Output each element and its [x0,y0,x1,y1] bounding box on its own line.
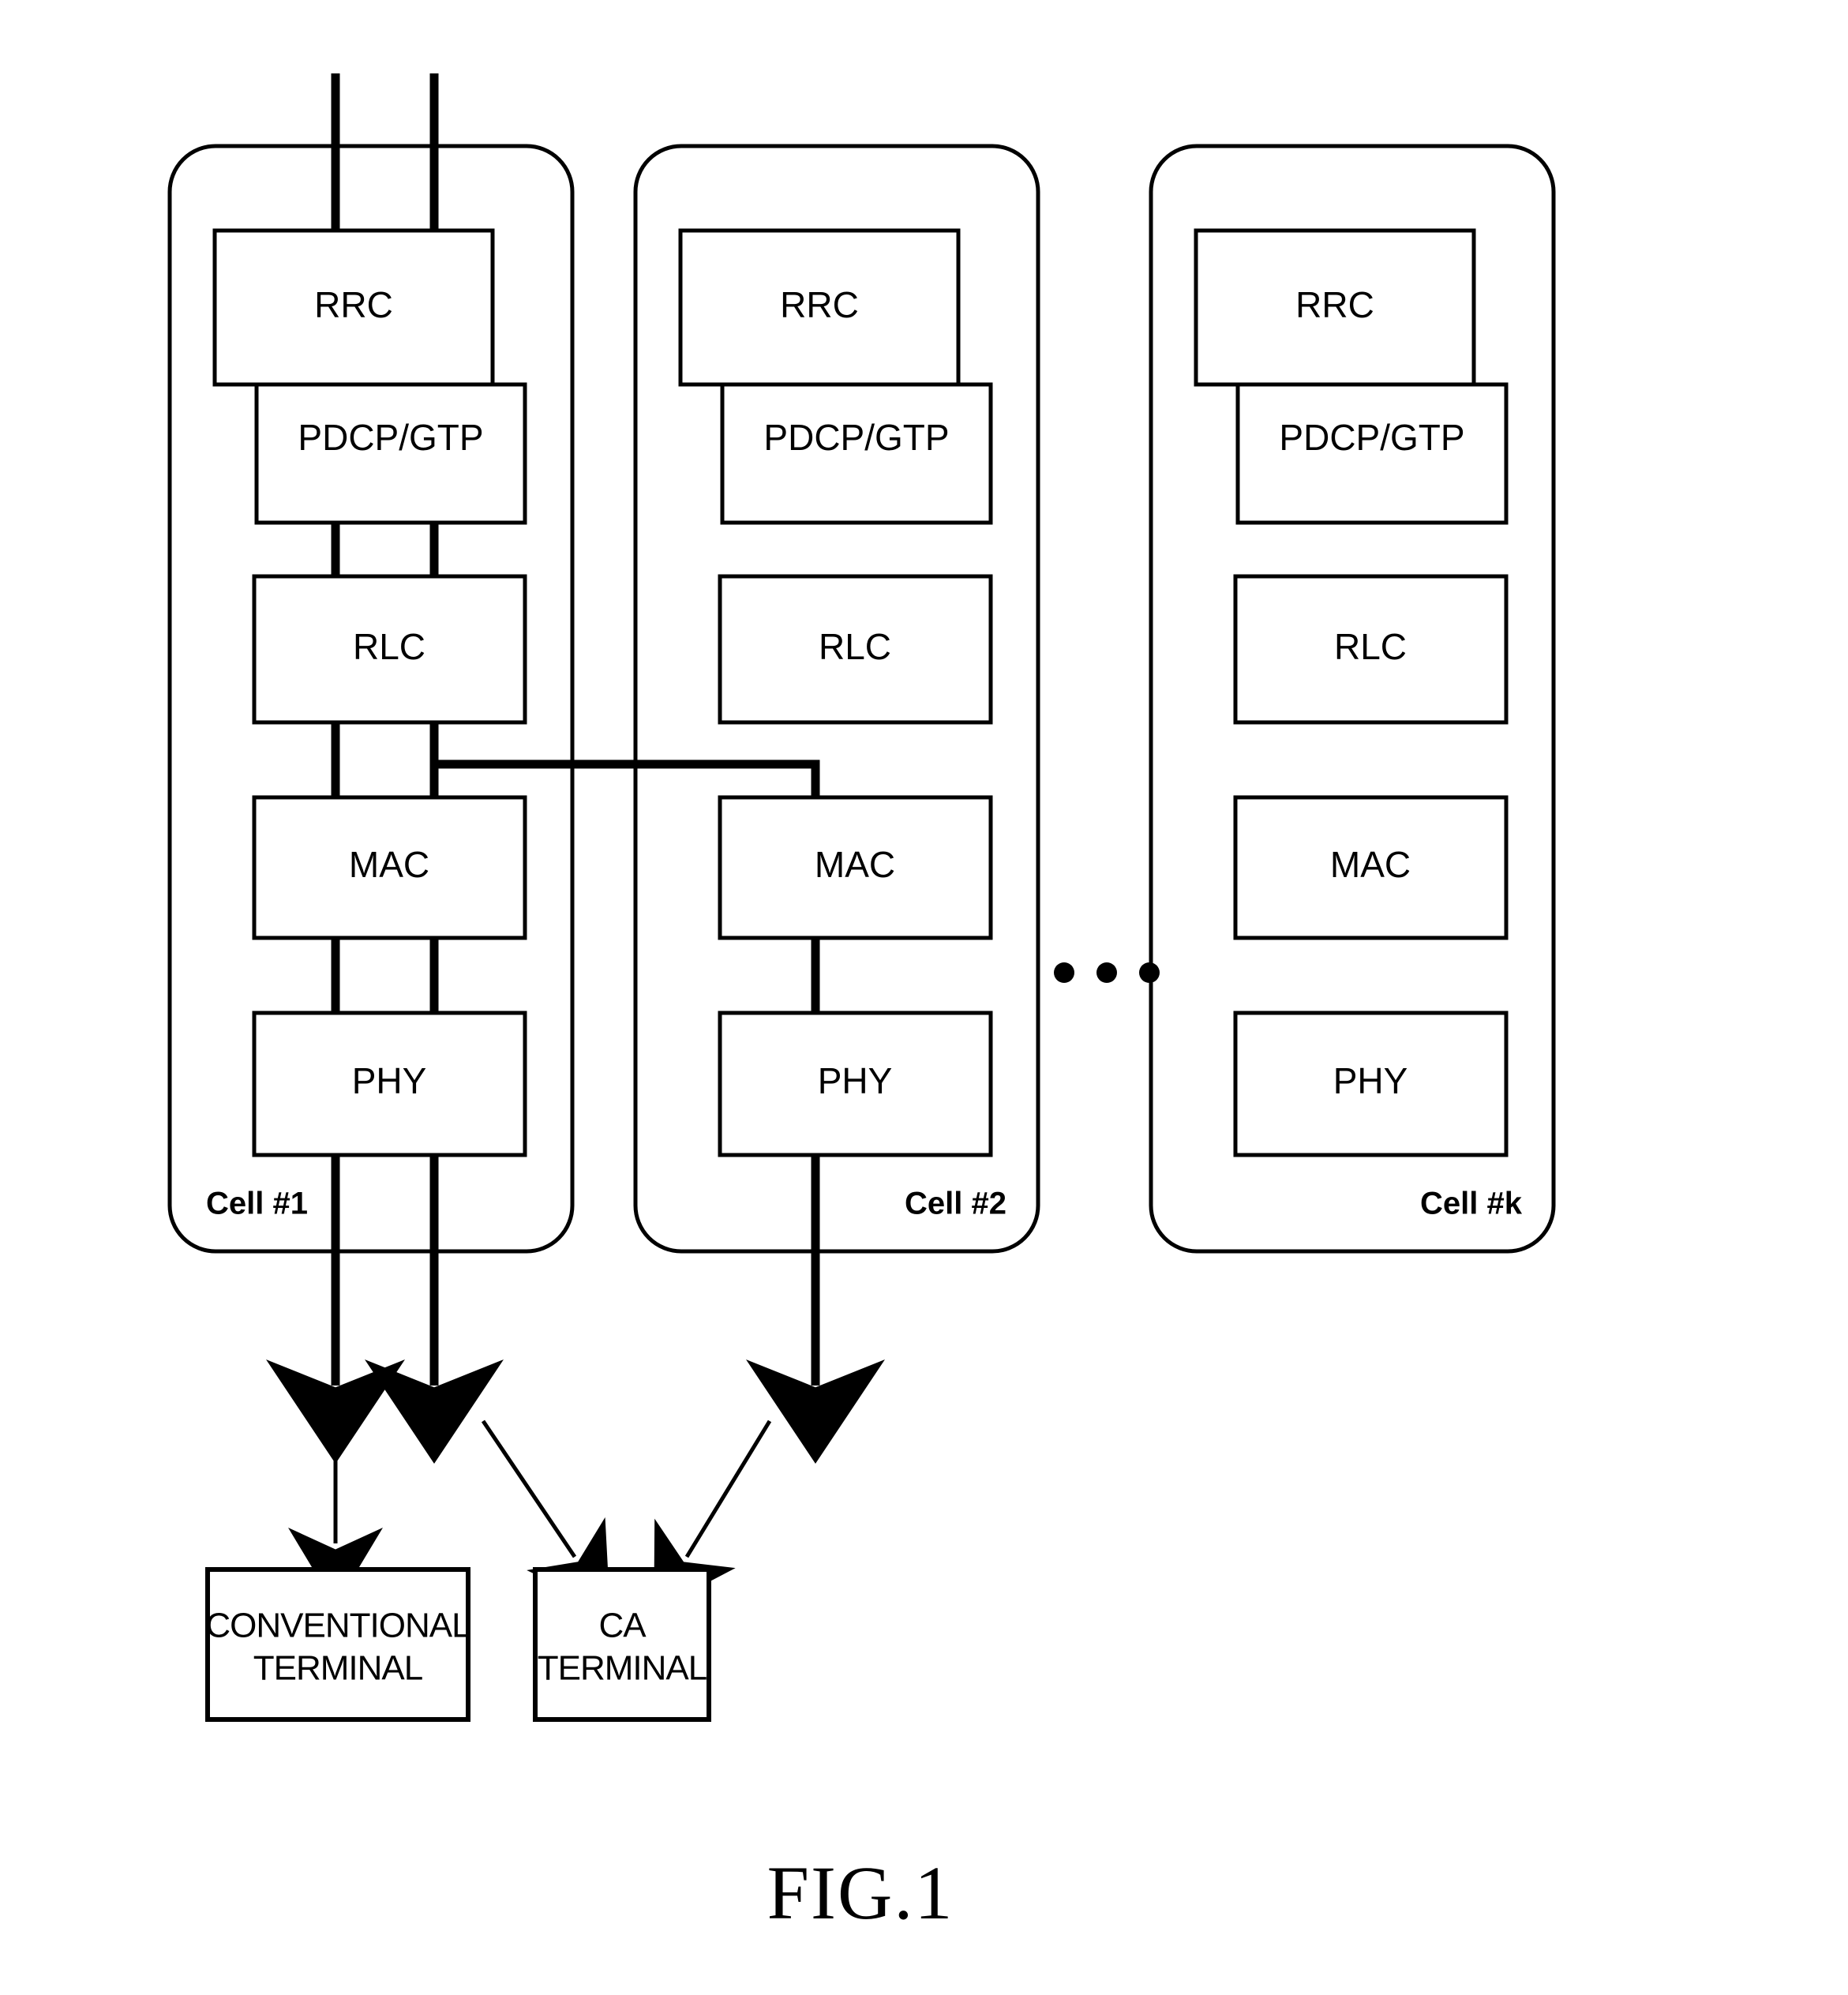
layer-label-rlc-k: RLC [1334,626,1407,667]
layer-label-phy-2: PHY [818,1060,893,1101]
cell-group-k: RRC PDCP/GTP RRC RLC MAC PHY Cell #k [1149,144,1556,1254]
ca-terminal-label-line1: CA [598,1607,647,1645]
link-rlc1-to-mac2-crossover [434,759,820,797]
terminal-arrow-group [288,1419,772,1611]
ellipsis-dot-1 [1054,962,1074,983]
figure-caption: FIG.1 [767,1851,954,1935]
cell-label-2: Cell #2 [905,1187,1006,1221]
ellipsis-dot-2 [1096,962,1117,983]
arrow-cell2-to-ca-terminal [654,1419,772,1611]
cell-label-1: Cell #1 [206,1187,308,1221]
ca-terminal-label-line2: TERMINAL [538,1649,707,1688]
layer-label-pdcp-2: PDCP/GTP [763,417,949,458]
layer-label-pdcp-k: PDCP/GTP [1279,417,1464,458]
layer-label-mac-1: MAC [349,844,429,885]
conventional-terminal-label-line2: TERMINAL [253,1649,423,1688]
arrow-cell1-to-ca-terminal [481,1419,610,1610]
layer-label-phy-1: PHY [352,1060,427,1101]
patent-figure-diagram: RRC PDCP/GTP RRC RLC MAC PHY Cell #1 [167,73,1556,1935]
layer-label-rlc-1: RLC [353,626,425,667]
layer-label-mac-k: MAC [1330,844,1411,885]
layer-label-phy-k: PHY [1333,1060,1408,1101]
layer-label-pdcp-1: PDCP/GTP [298,417,483,458]
figure-root: RRC PDCP/GTP RRC RLC MAC PHY Cell #1 [0,0,1848,1995]
layer-label-rrc-k-top: RRC [1295,284,1374,325]
layer-label-rlc-2: RLC [819,626,891,667]
layer-label-rrc-1-top: RRC [314,284,393,325]
layer-label-mac-2: MAC [815,844,895,885]
ellipsis-group [1054,962,1160,983]
conventional-terminal-label-line1: CONVENTIONAL [205,1607,470,1645]
cell-label-k: Cell #k [1420,1187,1523,1221]
terminal-box-group: CONVENTIONAL TERMINAL CA TERMINAL [205,1567,711,1722]
layer-label-rrc-2-top: RRC [780,284,859,325]
